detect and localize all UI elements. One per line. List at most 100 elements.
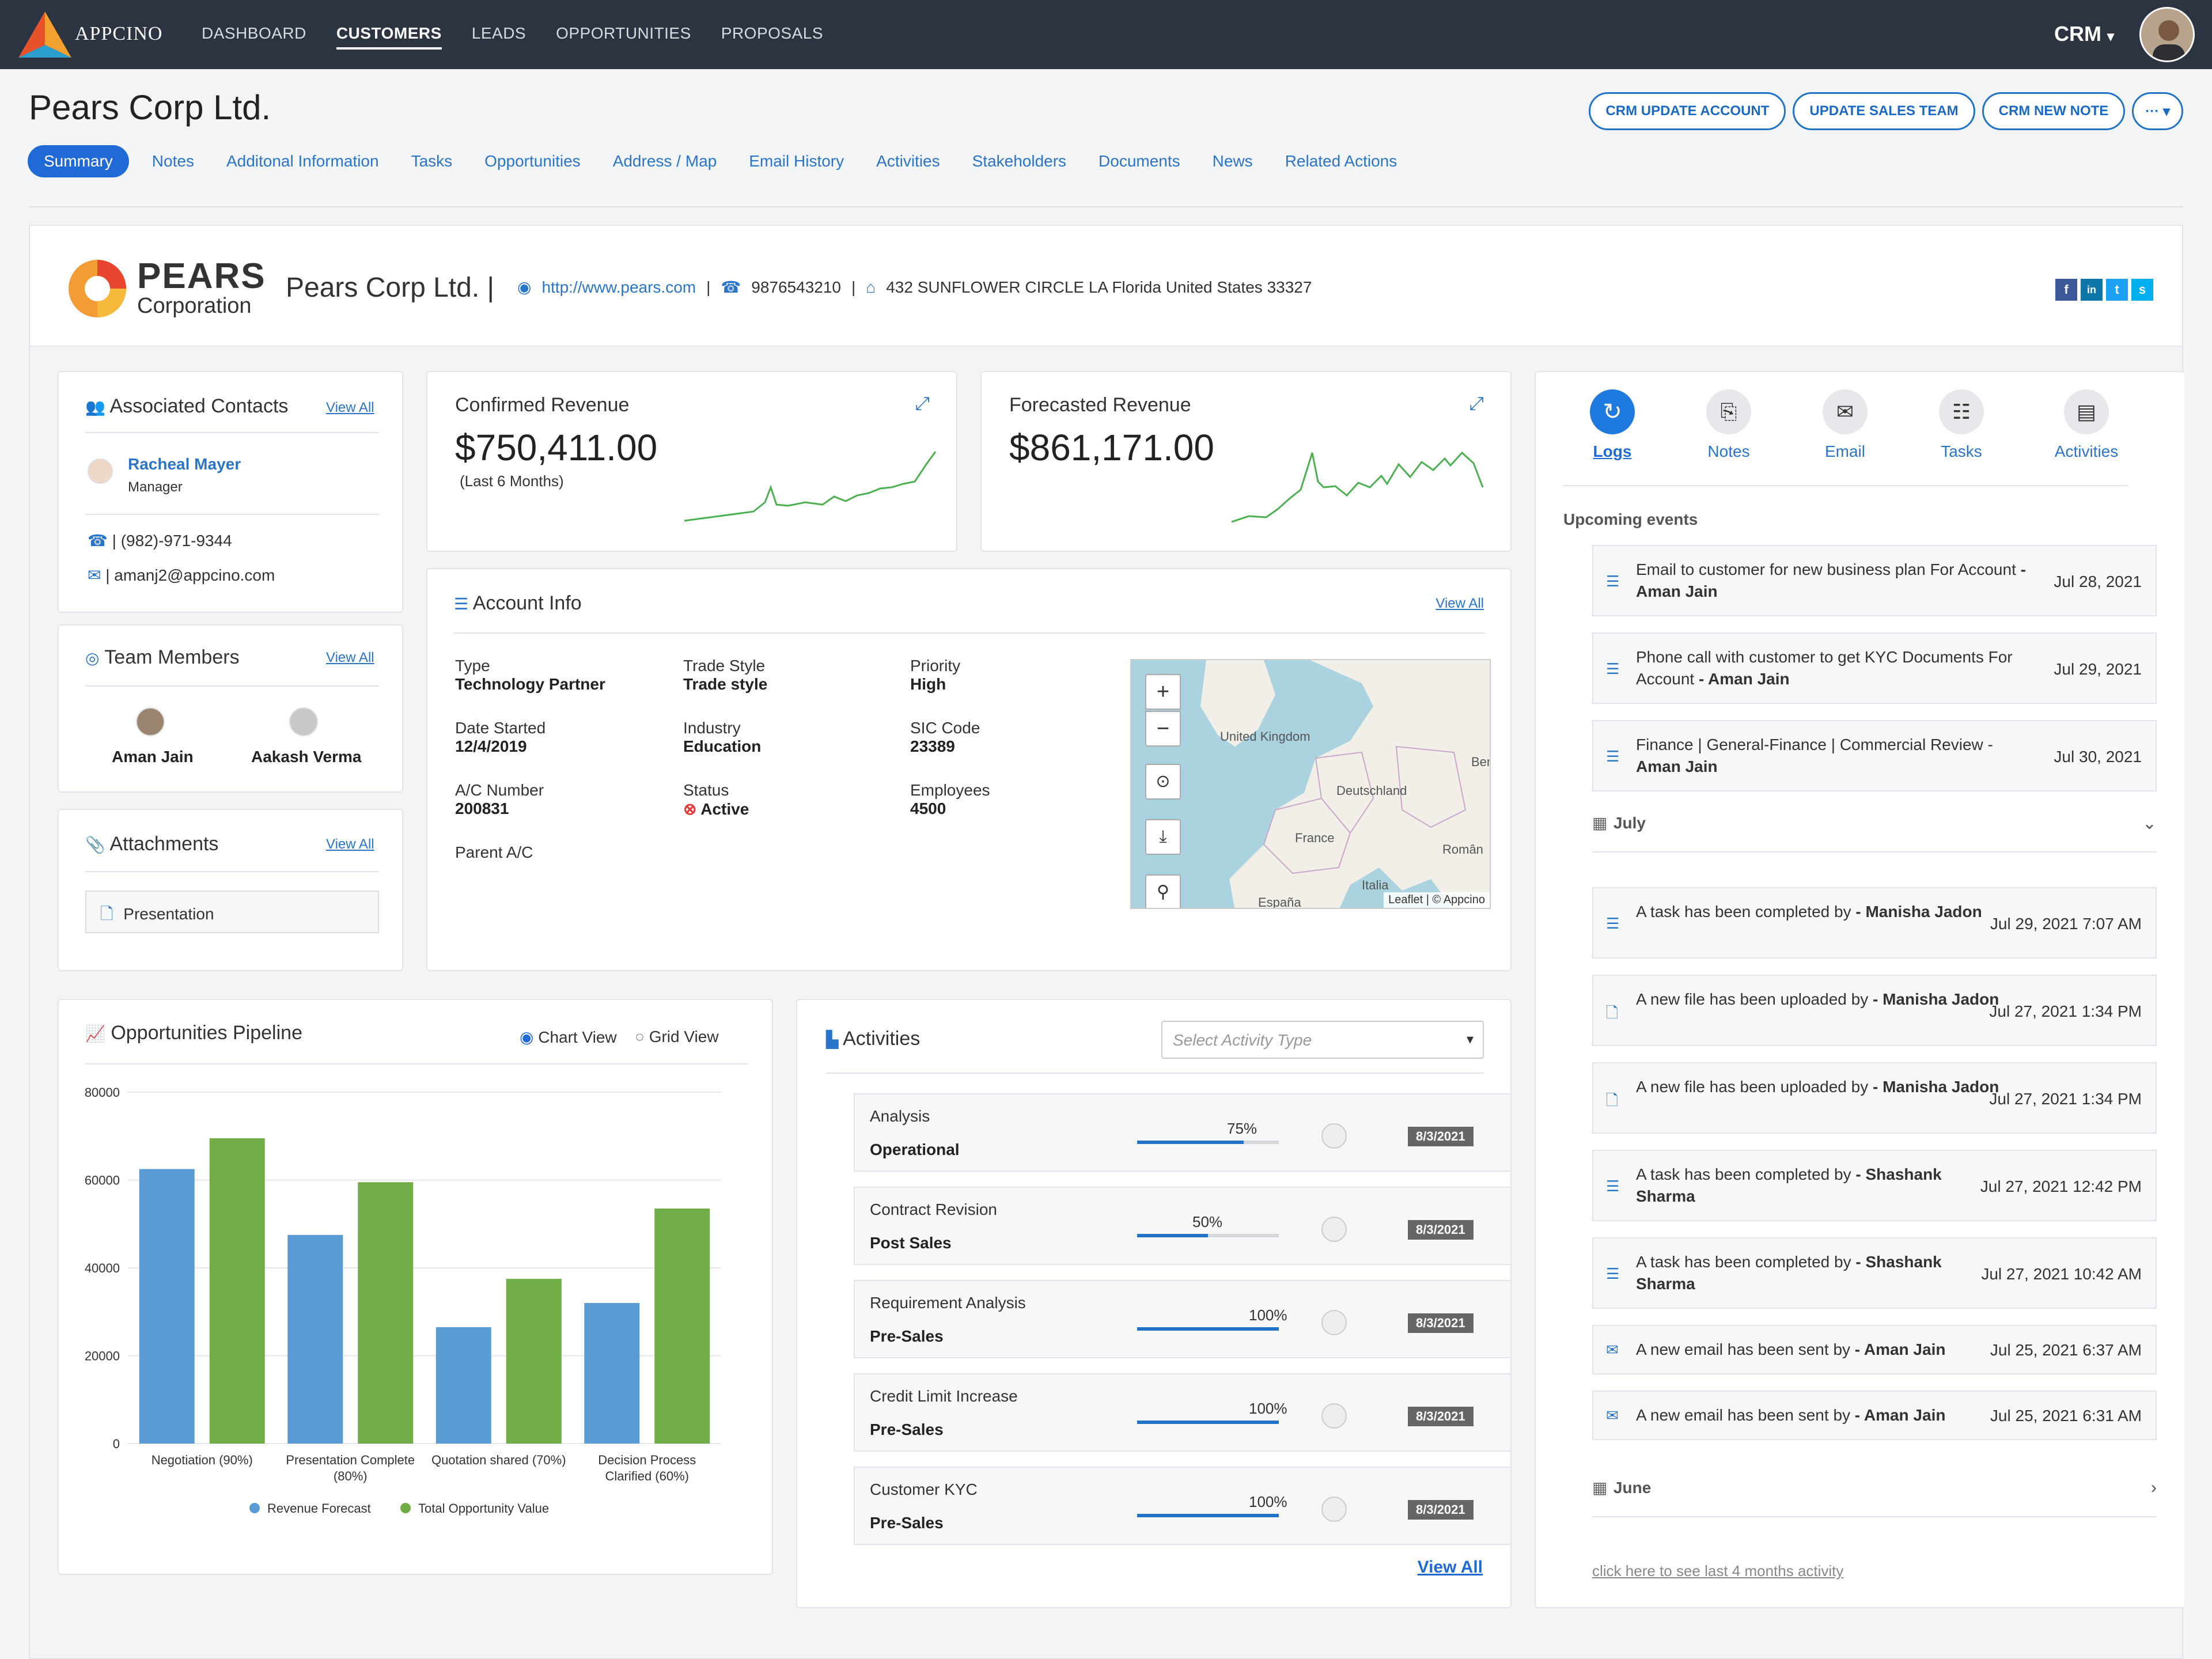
field-status: Status ⊗ Active [683,781,749,819]
contacts-view-all-link[interactable]: View All [326,400,374,416]
tab-opportunities[interactable]: Opportunities [484,152,581,171]
activity-row[interactable]: Credit Limit Increase Pre-Sales 100% 8/3… [854,1373,1512,1452]
twitter-icon[interactable]: t [2106,279,2128,301]
tab-notes[interactable]: Notes [152,152,194,171]
history-date: Jul 25, 2021 6:37 AM [1990,1341,2142,1359]
tab-email-history[interactable]: Email History [749,152,844,171]
activity-name: Credit Limit Increase [870,1387,1018,1405]
tab-stakeholders[interactable]: Stakeholders [972,152,1066,171]
company-website-link[interactable]: http://www.pears.com [541,278,696,297]
team-member-name[interactable]: Aakash Verma [251,748,361,766]
nav-opportunities[interactable]: OPPORTUNITIES [556,24,691,50]
tab-additional-information[interactable]: Additonal Information [226,152,379,171]
pipeline-title-text: Opportunities Pipeline [111,1022,302,1044]
tab-documents[interactable]: Documents [1099,152,1180,171]
field-value: Active [700,800,749,818]
grid-view-radio[interactable]: ○ Grid View [635,1028,719,1046]
phone-icon: ☎ [88,532,108,550]
activity-stage: Pre-Sales [870,1514,944,1532]
tab-activities[interactable]: Activities [876,152,940,171]
crm-menu[interactable]: CRM ▾ [2054,22,2114,46]
expand-icon[interactable]: ⤢ [1469,393,1484,415]
map-label: Italia [1362,878,1389,892]
team-member-name[interactable]: Aman Jain [112,748,194,766]
history-item[interactable]: ✉ A new email has been sent by - Aman Ja… [1592,1391,2157,1440]
upcoming-event[interactable]: ☰ Finance | General-Finance | Commercial… [1592,720,2157,791]
history-item[interactable]: ☰ A task has been completed by - Shashan… [1592,1237,2157,1309]
tab-related-actions[interactable]: Related Actions [1285,152,1397,171]
history-item[interactable]: ✉ A new email has been sent by - Aman Ja… [1592,1325,2157,1374]
account-info-view-all-link[interactable]: View All [1435,596,1484,612]
activity-row[interactable]: Customer KYC Pre-Sales 100% 8/3/2021 [854,1467,1512,1545]
zoom-in-button[interactable]: + [1145,674,1181,710]
team-view-all-link[interactable]: View All [326,650,374,666]
upcoming-event[interactable]: ☰ Email to customer for new business pla… [1592,545,2157,616]
list-icon: ☰ [454,595,469,613]
activity-row[interactable]: Requirement Analysis Pre-Sales 100% 8/3/… [854,1280,1512,1358]
user-avatar[interactable] [2139,7,2195,62]
tab-news[interactable]: News [1213,152,1253,171]
history-item[interactable]: 🗋 A new file has been uploaded by - Mani… [1592,975,2157,1046]
history-item[interactable]: ☰ A task has been completed by - Shashan… [1592,1150,2157,1221]
download-button[interactable]: ⤓ [1145,819,1181,855]
tab-tasks[interactable]: Tasks [411,152,453,171]
log-tab-notes[interactable]: ⎘ Notes [1691,389,1766,461]
more-actions-button[interactable]: ··· ▾ [2132,92,2183,130]
zoom-out-button[interactable]: − [1145,711,1181,747]
upcoming-event[interactable]: ☰ Phone call with customer to get KYC Do… [1592,632,2157,704]
team-member-avatar [136,707,165,736]
attachments-view-all-link[interactable]: View All [326,836,374,853]
file-icon: 🗋 [1606,1004,1618,1021]
activity-progress-bar [1137,1327,1279,1331]
activity-progress-bar [1137,1234,1279,1237]
pin-button[interactable]: ⚲ [1145,874,1181,908]
locate-button[interactable]: ⊙ [1145,764,1181,800]
history-item[interactable]: 🗋 A new file has been uploaded by - Mani… [1592,1062,2157,1134]
calendar-icon: ▦ [1592,1479,1608,1497]
facebook-icon[interactable]: f [2055,279,2077,301]
field-value-wrap: ⊗ Active [683,800,749,819]
nav-dashboard[interactable]: DASHBOARD [202,24,306,50]
y-tick-label: 80000 [85,1085,120,1100]
crm-update-account-button[interactable]: CRM UPDATE ACCOUNT [1589,92,1786,130]
list-icon: ☰ [1606,660,1620,677]
activities-view-all-link[interactable]: View All [1418,1558,1483,1577]
month-june-header[interactable]: ▦ June › [1592,1478,2157,1517]
nav-customers[interactable]: CUSTOMERS [336,24,442,50]
activity-row[interactable]: Contract Revision Post Sales 50% 8/3/202… [854,1187,1512,1265]
crm-new-note-button[interactable]: CRM NEW NOTE [1982,92,2126,130]
forecasted-revenue-sparkline [1232,451,1484,523]
log-tab-tasks[interactable]: ☷ Tasks [1924,389,1999,461]
log-tab-activities[interactable]: ▤ Activities [2040,389,2133,461]
activity-type-select[interactable]: Select Activity Type ▾ [1161,1021,1484,1059]
expand-icon[interactable]: ⤢ [915,393,930,415]
chart-view-radio[interactable]: ◉ Chart View [520,1028,617,1047]
attachment-item[interactable]: 🗋 Presentation [85,891,379,933]
map[interactable]: United Kingdom Deutschland France Ben Ro… [1130,659,1491,909]
activity-row[interactable]: Analysis Operational 75% 8/3/2021 [854,1093,1512,1172]
nav-leads[interactable]: LEADS [472,24,526,50]
pears-logo-subtitle: Corporation [137,294,252,318]
month-july-header[interactable]: ▦ July ⌄ [1592,813,2157,853]
log-tab-logs[interactable]: ↻ Logs [1575,389,1650,461]
app-name[interactable]: APPCINO [75,23,162,45]
tab-summary[interactable]: Summary [28,145,129,177]
contact-phone-text: | (982)-971-9344 [112,532,232,550]
tab-address-map[interactable]: Address / Map [613,152,717,171]
field-value: Technology Partner [455,675,605,693]
confirmed-revenue-value: $750,411.00 [455,427,658,468]
field-label: SIC Code [910,719,980,737]
history-item[interactable]: ☰ A task has been completed by - Manisha… [1592,887,2157,959]
nav-proposals[interactable]: PROPOSALS [721,24,823,50]
contact-name-link[interactable]: Racheal Mayer [128,455,241,474]
linkedin-icon[interactable]: in [2081,279,2103,301]
appcino-logo-icon[interactable] [16,9,74,60]
update-sales-team-button[interactable]: UPDATE SALES TEAM [1793,92,1975,130]
divider [454,632,1485,634]
y-tick-label: 60000 [85,1173,120,1188]
history-date: Jul 29, 2021 7:07 AM [1990,915,2142,933]
log-tab-email[interactable]: ✉ Email [1808,389,1883,461]
divider [85,1063,748,1065]
last-months-link[interactable]: click here to see last 4 months activity [1592,1562,1843,1580]
skype-icon[interactable]: s [2131,279,2153,301]
